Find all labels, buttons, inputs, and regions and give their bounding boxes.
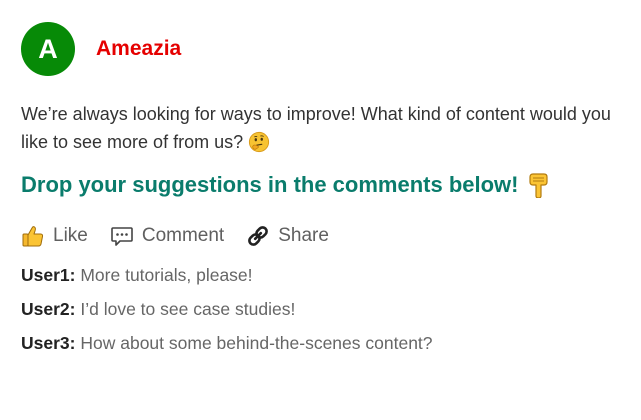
comment-list: User1: More tutorials, please! User2: I’… <box>21 264 621 354</box>
comment-item: User2: I’d love to see case studies! <box>21 298 621 320</box>
comment-user[interactable]: User1: <box>21 265 75 285</box>
thinking-face-icon <box>249 131 270 153</box>
call-to-action: Drop your suggestions in the comments be… <box>21 170 621 200</box>
author-name[interactable]: Ameazia <box>96 37 181 61</box>
comment-text: I’d love to see case studies! <box>80 299 296 319</box>
post-header: A Ameazia <box>21 22 621 76</box>
comment-text: More tutorials, please! <box>80 265 253 285</box>
link-icon <box>248 226 269 246</box>
thumbs-up-icon <box>22 226 44 247</box>
post-body: We’re always looking for ways to improve… <box>21 100 621 156</box>
comment-item: User3: How about some behind-the-scenes … <box>21 332 621 354</box>
comment-label: Comment <box>141 225 225 246</box>
comment-user[interactable]: User2: <box>21 299 75 319</box>
backhand-index-pointing-down-icon <box>528 173 548 198</box>
comment-button[interactable]: Comment <box>110 224 224 248</box>
post-body-text: We’re always looking for ways to improve… <box>21 104 611 152</box>
call-to-action-text: Drop your suggestions in the comments be… <box>21 172 519 197</box>
social-post: A Ameazia We’re always looking for ways … <box>21 22 621 366</box>
like-button[interactable]: Like <box>21 224 88 248</box>
post-actions: Like Comment Share <box>21 223 621 249</box>
comment-item: User1: More tutorials, please! <box>21 264 621 286</box>
speech-bubble-icon <box>111 227 133 246</box>
share-label: Share <box>278 225 329 246</box>
comment-user[interactable]: User3: <box>21 333 75 353</box>
share-button[interactable]: Share <box>246 224 329 248</box>
comment-text: How about some behind-the-scenes content… <box>80 333 433 353</box>
avatar[interactable]: A <box>21 22 75 76</box>
like-label: Like <box>53 225 88 246</box>
